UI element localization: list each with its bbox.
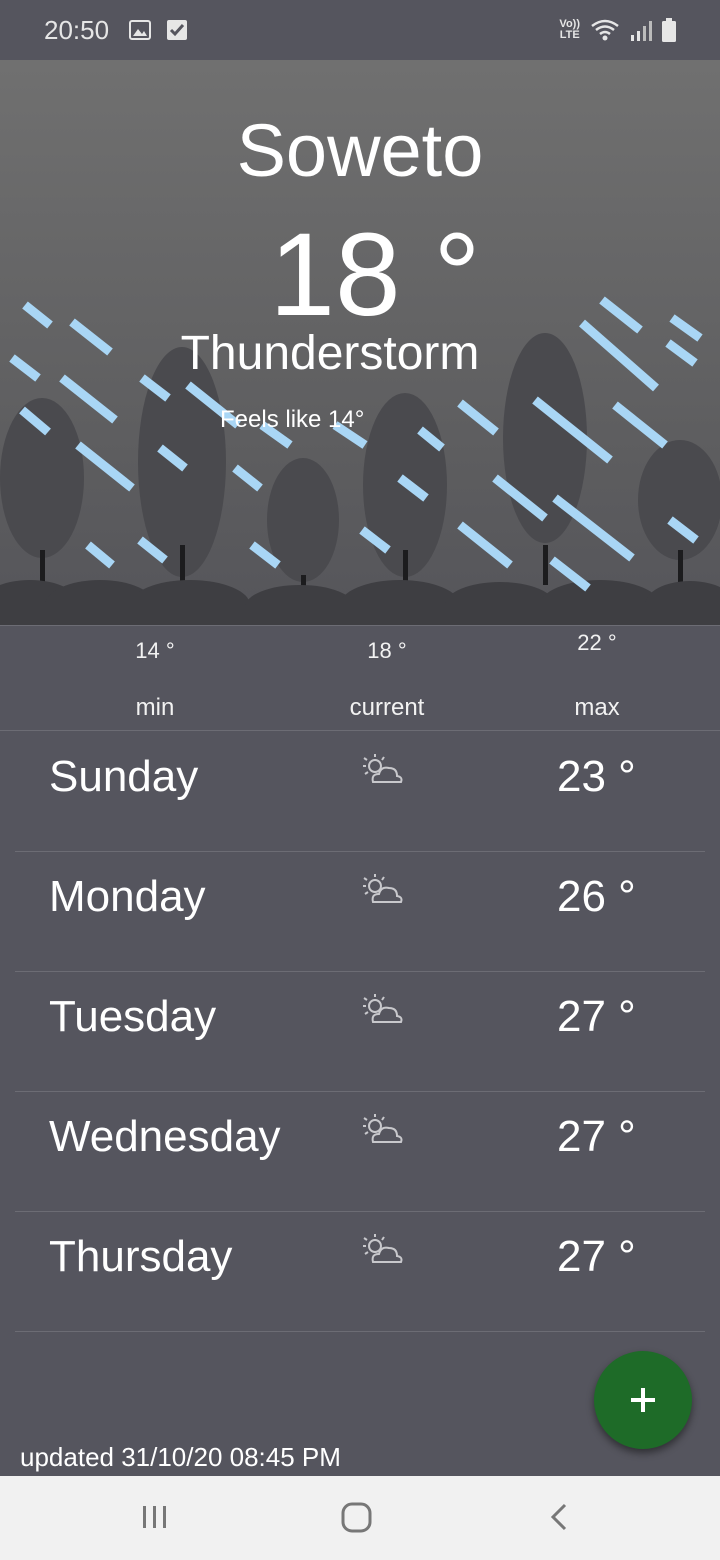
forecast-day: Tuesday [49,992,217,1041]
forecast-temp: 26 ° [557,872,636,921]
back-icon[interactable] [545,1500,573,1539]
status-bar: 20:50 Vo)) LTE [0,0,720,60]
partly-cloudy-icon [361,752,405,793]
forecast-temp: 27 ° [557,992,636,1041]
list-item[interactable]: Thursday 27 ° [15,1212,705,1332]
forecast-day: Monday [49,872,206,921]
temperature-summary: 14 ° min 18 ° current 22 ° max [0,625,720,731]
recent-apps-icon[interactable] [140,1500,170,1537]
summary-current: 18 ° current [287,638,487,722]
list-item[interactable]: Tuesday 27 ° [15,972,705,1092]
weather-hero: Soweto 18 ° Thunderstorm Feels like 14° [0,60,720,625]
forecast-temp: 27 ° [557,1112,636,1161]
wifi-icon [590,18,620,42]
feels-like: Feels like 14° [220,406,365,433]
battery-icon [662,18,676,42]
checkbox-icon [167,20,188,40]
status-right-icons: Vo)) LTE [559,18,676,42]
forecast-day: Wednesday [49,1112,281,1161]
current-temperature: 18 ° [269,209,481,341]
partly-cloudy-icon [361,872,405,913]
plus-icon [631,1388,655,1412]
forecast-temp: 27 ° [557,1232,636,1281]
partly-cloudy-icon [361,992,405,1033]
max-value: 22 ° [577,630,617,655]
city-name: Soweto [236,109,484,192]
forecast-temp: 23 ° [557,752,636,801]
partly-cloudy-icon [361,1232,405,1273]
min-label: min [135,694,175,721]
home-icon[interactable] [340,1500,374,1539]
add-location-button[interactable] [594,1351,692,1449]
volte-indicator: Vo)) LTE [559,19,580,41]
forecast-day: Thursday [49,1232,233,1281]
system-nav-bar [0,1476,720,1560]
list-item[interactable]: Monday 26 ° [15,852,705,972]
status-left-icons [129,20,188,40]
lte-label: LTE [559,29,580,41]
max-label: max [574,694,620,721]
image-icon [129,20,152,40]
last-updated: updated 31/10/20 08:45 PM [20,1442,341,1472]
list-item[interactable]: Wednesday 27 ° [15,1092,705,1212]
current-label: current [349,694,425,721]
forecast-list: Sunday 23 ° Monday 26 ° Tuesday 27 ° Wed… [15,732,705,1332]
forecast-day: Sunday [49,752,199,801]
min-value: 14 ° [135,638,175,663]
signal-icon [630,19,652,41]
list-item[interactable]: Sunday 23 ° [15,732,705,852]
summary-min: 14 ° min [55,638,255,722]
weather-condition: Thunderstorm [180,327,480,380]
status-time: 20:50 [44,14,110,45]
current-value: 18 ° [367,638,407,663]
summary-max: 22 ° max [497,630,697,722]
partly-cloudy-icon [361,1112,405,1153]
